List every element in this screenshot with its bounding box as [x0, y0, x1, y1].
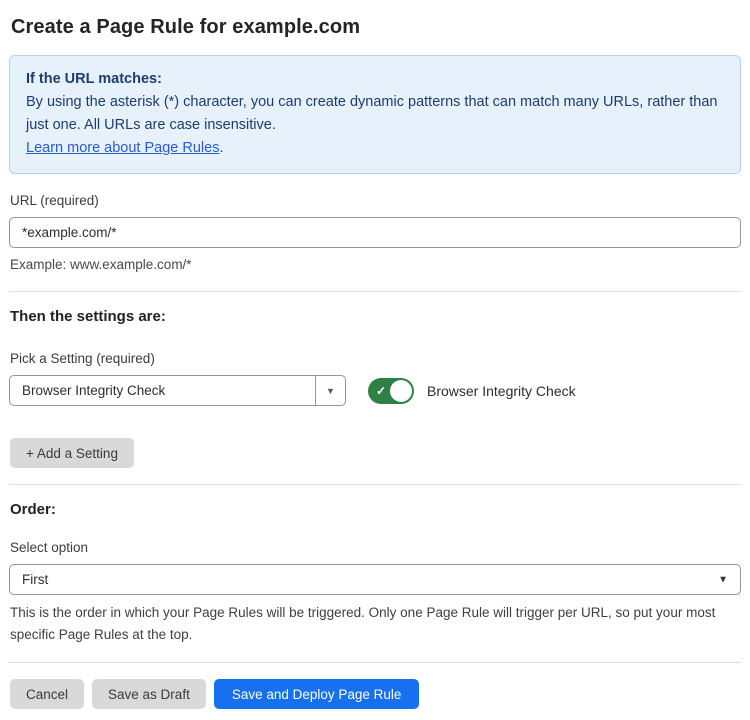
actions-row: Cancel Save as Draft Save and Deploy Pag…: [10, 679, 741, 709]
divider: [9, 662, 741, 663]
add-setting-button[interactable]: + Add a Setting: [10, 438, 134, 468]
cancel-button[interactable]: Cancel: [10, 679, 84, 709]
toggle-knob: [390, 380, 412, 402]
url-match-info-box: If the URL matches: By using the asteris…: [9, 55, 741, 174]
chevron-down-icon: ▼: [718, 574, 728, 585]
setting-row: Browser Integrity Check ▼ ✓ Browser Inte…: [9, 375, 741, 406]
order-select-label: Select option: [10, 540, 741, 555]
learn-more-link[interactable]: Learn more about Page Rules: [26, 140, 219, 156]
info-box-heading: If the URL matches:: [26, 68, 724, 91]
url-section: URL (required) Example: www.example.com/…: [9, 193, 741, 275]
order-helper-text: This is the order in which your Page Rul…: [10, 602, 740, 646]
url-label: URL (required): [10, 193, 741, 208]
order-section-heading: Order:: [10, 501, 741, 518]
check-icon: ✓: [376, 385, 386, 397]
save-as-draft-button[interactable]: Save as Draft: [92, 679, 206, 709]
toggle-label: Browser Integrity Check: [427, 383, 576, 399]
setting-picker-arrow-button[interactable]: ▼: [315, 376, 345, 405]
chevron-down-icon: ▼: [326, 386, 335, 396]
pick-setting-label: Pick a Setting (required): [10, 351, 741, 366]
page-title: Create a Page Rule for example.com: [11, 16, 741, 39]
setting-picker-dropdown[interactable]: Browser Integrity Check ▼: [9, 375, 346, 406]
setting-picker-value: Browser Integrity Check: [10, 376, 315, 405]
link-suffix: .: [219, 140, 223, 156]
save-and-deploy-button[interactable]: Save and Deploy Page Rule: [214, 679, 420, 709]
info-box-body: By using the asterisk (*) character, you…: [26, 91, 724, 137]
settings-section-heading: Then the settings are:: [10, 308, 741, 325]
divider: [9, 291, 741, 292]
url-input[interactable]: [9, 217, 741, 248]
divider: [9, 484, 741, 485]
order-select[interactable]: First ▼: [9, 564, 741, 595]
order-select-value: First: [22, 572, 48, 587]
url-helper-text: Example: www.example.com/*: [10, 254, 741, 275]
browser-integrity-toggle[interactable]: ✓: [368, 378, 414, 404]
info-box-link-line: Learn more about Page Rules.: [26, 137, 724, 160]
